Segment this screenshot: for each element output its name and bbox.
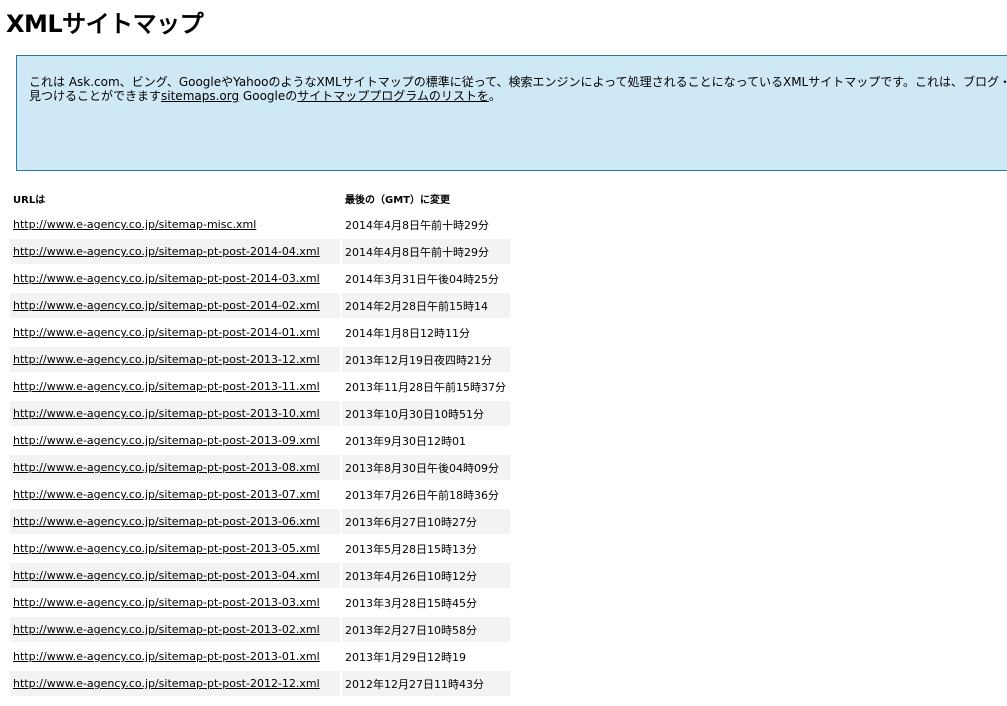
- lastmod-cell: 2013年11月28日午前15時37分: [345, 380, 506, 394]
- sitemap-url-link[interactable]: http://www.e-agency.co.jp/sitemap-pt-pos…: [13, 461, 320, 474]
- lastmod-cell: 2013年7月26日午前18時36分: [345, 488, 499, 502]
- table-row: http://www.e-agency.co.jp/sitemap-pt-pos…: [10, 320, 510, 345]
- url-cell: http://www.e-agency.co.jp/sitemap-pt-pos…: [10, 266, 340, 291]
- table-row: http://www.e-agency.co.jp/sitemap-pt-pos…: [10, 644, 510, 669]
- sitemap-url-link[interactable]: http://www.e-agency.co.jp/sitemap-pt-pos…: [13, 596, 320, 609]
- page-title: XMLサイトマップ: [6, 10, 204, 38]
- url-cell: http://www.e-agency.co.jp/sitemap-pt-pos…: [10, 374, 340, 399]
- sitemap-url-link[interactable]: http://www.e-agency.co.jp/sitemap-misc.x…: [13, 218, 256, 231]
- sitemap-url-link[interactable]: http://www.e-agency.co.jp/sitemap-pt-pos…: [13, 488, 320, 501]
- sitemap-rows: http://www.e-agency.co.jp/sitemap-misc.x…: [10, 212, 510, 696]
- lastmod-cell: 2014年1月8日12時11分: [345, 326, 470, 340]
- lastmod-cell: 2014年3月31日午後04時25分: [345, 272, 499, 286]
- sitemap-url-link[interactable]: http://www.e-agency.co.jp/sitemap-pt-pos…: [13, 245, 320, 258]
- url-cell: http://www.e-agency.co.jp/sitemap-pt-pos…: [10, 536, 340, 561]
- table-row: http://www.e-agency.co.jp/sitemap-pt-pos…: [10, 536, 510, 561]
- intro-text-prefix: 見つけることができます: [29, 89, 162, 103]
- url-cell: http://www.e-agency.co.jp/sitemap-pt-pos…: [10, 320, 340, 345]
- lastmod-cell: 2014年2月28日午前15時14: [342, 293, 510, 318]
- table-row: http://www.e-agency.co.jp/sitemap-pt-pos…: [10, 401, 510, 426]
- table-row: http://www.e-agency.co.jp/sitemap-pt-pos…: [10, 617, 510, 642]
- lastmod-cell: 2013年10月30日10時51分: [342, 401, 510, 426]
- lastmod-cell: 2013年9月30日12時01: [345, 434, 466, 448]
- table-row: http://www.e-agency.co.jp/sitemap-pt-pos…: [10, 347, 510, 372]
- lastmod-cell: 2013年3月28日15時45分: [345, 596, 477, 610]
- table-row: http://www.e-agency.co.jp/sitemap-pt-pos…: [10, 455, 510, 480]
- url-cell: http://www.e-agency.co.jp/sitemap-pt-pos…: [10, 482, 340, 507]
- url-cell: http://www.e-agency.co.jp/sitemap-pt-pos…: [10, 293, 340, 318]
- table-row: http://www.e-agency.co.jp/sitemap-misc.x…: [10, 212, 510, 237]
- column-header-lastmod: 最後の（GMT）に変更: [345, 195, 450, 206]
- table-row: http://www.e-agency.co.jp/sitemap-pt-pos…: [10, 671, 510, 696]
- url-cell: http://www.e-agency.co.jp/sitemap-pt-pos…: [10, 617, 340, 642]
- sitemap-url-link[interactable]: http://www.e-agency.co.jp/sitemap-pt-pos…: [13, 299, 320, 312]
- table-row: http://www.e-agency.co.jp/sitemap-pt-pos…: [10, 509, 510, 534]
- table-row: http://www.e-agency.co.jp/sitemap-pt-pos…: [10, 428, 510, 453]
- lastmod-cell: 2014年4月8日午前十時29分: [345, 218, 489, 232]
- sitemap-url-link[interactable]: http://www.e-agency.co.jp/sitemap-pt-pos…: [13, 380, 320, 393]
- url-cell: http://www.e-agency.co.jp/sitemap-misc.x…: [10, 212, 340, 237]
- lastmod-cell: 2014年4月8日午前十時29分: [342, 239, 510, 264]
- sitemap-url-link[interactable]: http://www.e-agency.co.jp/sitemap-pt-pos…: [13, 407, 320, 420]
- sitemap-url-link[interactable]: http://www.e-agency.co.jp/sitemap-pt-pos…: [13, 623, 320, 636]
- table-row: http://www.e-agency.co.jp/sitemap-pt-pos…: [10, 293, 510, 318]
- table-row: http://www.e-agency.co.jp/sitemap-pt-pos…: [10, 563, 510, 588]
- sitemap-url-link[interactable]: http://www.e-agency.co.jp/sitemap-pt-pos…: [13, 677, 320, 690]
- url-cell: http://www.e-agency.co.jp/sitemap-pt-pos…: [10, 347, 340, 372]
- table-row: http://www.e-agency.co.jp/sitemap-pt-pos…: [10, 374, 510, 399]
- intro-text-suffix: 。: [488, 89, 501, 103]
- intro-text-mid: Googleの: [239, 89, 298, 103]
- url-cell: http://www.e-agency.co.jp/sitemap-pt-pos…: [10, 428, 340, 453]
- sitemap-url-link[interactable]: http://www.e-agency.co.jp/sitemap-pt-pos…: [13, 353, 320, 366]
- table-row: http://www.e-agency.co.jp/sitemap-pt-pos…: [10, 590, 510, 615]
- intro-line-1: これは Ask.com、ビング、GoogleやYahooのようなXMLサイトマッ…: [29, 75, 1007, 89]
- sitemaps-org-link[interactable]: sitemaps.org: [161, 89, 239, 103]
- lastmod-cell: 2013年1月29日12時19: [345, 650, 466, 664]
- table-row: http://www.e-agency.co.jp/sitemap-pt-pos…: [10, 239, 510, 264]
- sitemap-url-link[interactable]: http://www.e-agency.co.jp/sitemap-pt-pos…: [13, 569, 320, 582]
- intro-line-2: 見つけることができますsitemaps.org Googleのサイトマッププログ…: [29, 89, 1004, 103]
- lastmod-cell: 2013年5月28日15時13分: [345, 542, 477, 556]
- url-cell: http://www.e-agency.co.jp/sitemap-pt-pos…: [10, 671, 340, 696]
- url-cell: http://www.e-agency.co.jp/sitemap-pt-pos…: [10, 644, 340, 669]
- url-cell: http://www.e-agency.co.jp/sitemap-pt-pos…: [10, 401, 340, 426]
- table-row: http://www.e-agency.co.jp/sitemap-pt-pos…: [10, 266, 510, 291]
- table-row: http://www.e-agency.co.jp/sitemap-pt-pos…: [10, 482, 510, 507]
- sitemap-table: URLは 最後の（GMT）に変更 http://www.e-agency.co.…: [8, 185, 512, 698]
- column-header-url: URLは: [13, 195, 46, 206]
- sitemap-url-link[interactable]: http://www.e-agency.co.jp/sitemap-pt-pos…: [13, 650, 320, 663]
- intro-box: これは Ask.com、ビング、GoogleやYahooのようなXMLサイトマッ…: [16, 55, 1007, 171]
- google-sitemap-programs-link[interactable]: サイトマッププログラムのリストを: [297, 89, 489, 103]
- lastmod-cell: 2013年8月30日午後04時09分: [342, 455, 510, 480]
- lastmod-cell: 2012年12月27日11時43分: [342, 671, 510, 696]
- lastmod-cell: 2013年6月27日10時27分: [342, 509, 510, 534]
- lastmod-cell: 2013年4月26日10時12分: [342, 563, 510, 588]
- lastmod-cell: 2013年2月27日10時58分: [342, 617, 510, 642]
- lastmod-cell: 2013年12月19日夜四時21分: [342, 347, 510, 372]
- sitemap-url-link[interactable]: http://www.e-agency.co.jp/sitemap-pt-pos…: [13, 326, 320, 339]
- url-cell: http://www.e-agency.co.jp/sitemap-pt-pos…: [10, 239, 340, 264]
- sitemap-url-link[interactable]: http://www.e-agency.co.jp/sitemap-pt-pos…: [13, 434, 320, 447]
- url-cell: http://www.e-agency.co.jp/sitemap-pt-pos…: [10, 563, 340, 588]
- sitemap-url-link[interactable]: http://www.e-agency.co.jp/sitemap-pt-pos…: [13, 272, 320, 285]
- url-cell: http://www.e-agency.co.jp/sitemap-pt-pos…: [10, 455, 340, 480]
- sitemap-url-link[interactable]: http://www.e-agency.co.jp/sitemap-pt-pos…: [13, 542, 320, 555]
- sitemap-url-link[interactable]: http://www.e-agency.co.jp/sitemap-pt-pos…: [13, 515, 320, 528]
- url-cell: http://www.e-agency.co.jp/sitemap-pt-pos…: [10, 590, 340, 615]
- url-cell: http://www.e-agency.co.jp/sitemap-pt-pos…: [10, 509, 340, 534]
- table-header-row: URLは 最後の（GMT）に変更: [10, 187, 510, 210]
